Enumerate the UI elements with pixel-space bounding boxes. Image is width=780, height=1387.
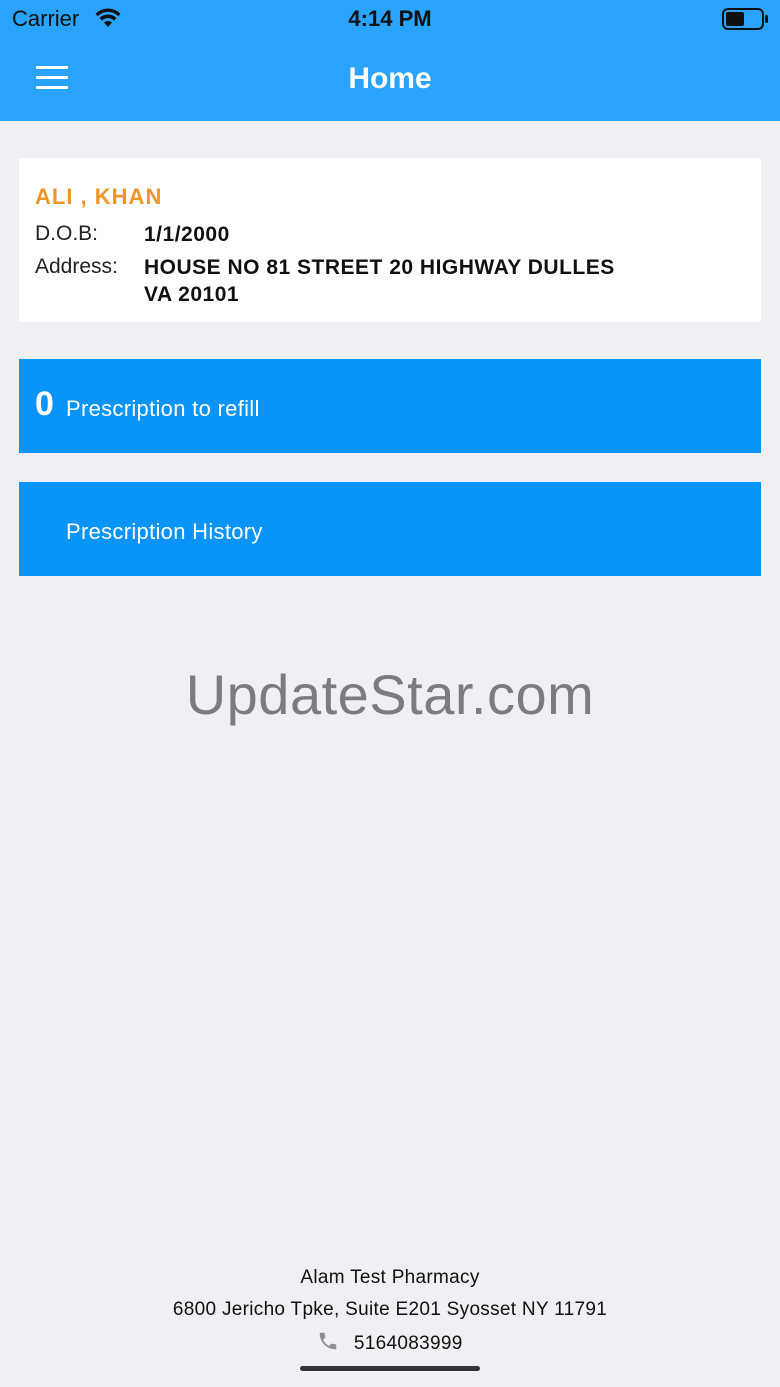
top-bar: Carrier 4:14 PM Home xyxy=(0,0,780,121)
home-indicator xyxy=(300,1366,480,1371)
prescription-history-button[interactable]: Prescription History xyxy=(19,482,761,576)
dob-label: D.O.B: xyxy=(35,222,99,245)
address-line-2: VA 20101 xyxy=(144,283,240,306)
patient-name: ALI , KHAN xyxy=(35,184,163,209)
patient-info-card: ALI , KHAN D.O.B: 1/1/2000 Address: HOUS… xyxy=(19,158,761,322)
pharmacy-address: 6800 Jericho Tpke, Suite E201 Syosset NY… xyxy=(172,1299,608,1320)
prescription-refill-button[interactable]: 0 Prescription to refill xyxy=(19,359,761,453)
dob-value: 1/1/2000 xyxy=(144,223,230,246)
refill-count: 0 xyxy=(35,385,54,423)
address-line-1: HOUSE NO 81 STREET 20 HIGHWAY DULLES xyxy=(144,256,615,279)
refill-label: Prescription to refill xyxy=(66,396,260,421)
address-value: HOUSE NO 81 STREET 20 HIGHWAY DULLES VA … xyxy=(144,254,704,308)
clock: 4:14 PM xyxy=(348,6,432,31)
battery-icon xyxy=(722,8,770,35)
address-label: Address: xyxy=(35,255,118,278)
pharmacy-name: Alam Test Pharmacy xyxy=(300,1267,480,1288)
pharmacy-phone-row[interactable]: 5164083999 xyxy=(0,1330,780,1357)
history-label: Prescription History xyxy=(66,519,263,544)
page-title: Home xyxy=(348,62,432,95)
phone-icon xyxy=(317,1330,339,1357)
status-bar: Carrier 4:14 PM xyxy=(0,0,780,40)
watermark: UpdateStar.com xyxy=(185,663,595,726)
pharmacy-phone[interactable]: 5164083999 xyxy=(354,1333,463,1355)
